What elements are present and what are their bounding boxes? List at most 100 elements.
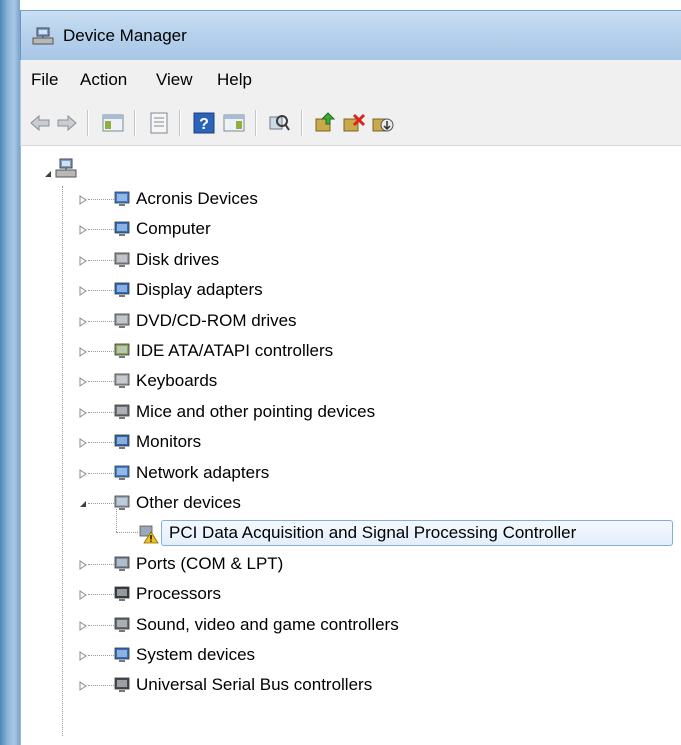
tree-item[interactable]: Mice and other pointing devices <box>21 399 661 427</box>
show-hide-tree-icon[interactable] <box>101 111 125 135</box>
window-frame-left <box>0 0 20 745</box>
toolbar: ? <box>20 100 681 146</box>
expand-icon[interactable] <box>78 255 88 266</box>
toolbar-separator <box>255 110 257 136</box>
tree-connector <box>88 229 114 231</box>
tree-item-label: DVD/CD-ROM drives <box>136 310 297 330</box>
tree-connector <box>88 381 114 383</box>
tree-connector <box>88 320 114 322</box>
dvd-drive-icon <box>114 313 130 328</box>
tree-item-label: Network adapters <box>136 462 270 482</box>
tree-item[interactable]: Acronis Devices <box>21 186 661 214</box>
tree-connector <box>88 290 114 292</box>
tree-item-label: System devices <box>136 645 256 664</box>
tree-item[interactable]: Display adapters <box>21 277 661 305</box>
expand-icon[interactable] <box>78 438 88 449</box>
expand-icon[interactable] <box>78 651 88 661</box>
tree-item[interactable]: Processors <box>21 581 661 609</box>
tree-item[interactable]: Sound, video and game controllers <box>21 612 661 640</box>
expand-icon[interactable] <box>78 225 88 236</box>
menu-action[interactable]: Action <box>80 70 127 90</box>
tree-item-label: Keyboards <box>136 371 218 391</box>
network-adapter-icon <box>114 465 130 480</box>
properties-icon[interactable] <box>147 111 171 135</box>
computer-icon <box>114 221 130 237</box>
device-manager-app-icon <box>32 27 54 45</box>
tree-item[interactable]: Universal Serial Bus controllers <box>21 672 661 700</box>
tree-item[interactable]: Other devices <box>21 490 661 518</box>
tree-item[interactable]: DVD/CD-ROM drives <box>21 308 661 336</box>
menu-bar: File Action View Help <box>20 60 681 100</box>
expand-icon[interactable] <box>78 195 88 205</box>
port-icon <box>114 556 130 571</box>
toolbar-separator <box>301 110 303 136</box>
back-icon[interactable] <box>28 111 52 135</box>
usb-icon <box>114 677 130 693</box>
unknown-device-icon <box>114 495 130 510</box>
disk-drive-icon <box>114 252 130 267</box>
tree-item-label: Other devices <box>136 493 241 512</box>
tree-connector <box>88 624 114 626</box>
tree-item-label: Ports (COM & LPT) <box>136 553 284 573</box>
tree-item[interactable]: Ports (COM & LPT) <box>21 551 661 579</box>
tree-item-label: Processors <box>136 584 222 604</box>
tree-item-label: Monitors <box>136 432 202 452</box>
title-bar[interactable]: Device Manager <box>20 10 681 60</box>
keyboard-icon <box>114 373 130 389</box>
expand-icon[interactable] <box>78 620 88 631</box>
tree-item-label: Mice and other pointing devices <box>136 401 376 421</box>
tree-item[interactable]: System devices <box>21 642 661 670</box>
collapse-icon[interactable] <box>78 499 88 509</box>
tree-item-label: Computer <box>136 219 211 239</box>
tree-connector <box>88 259 114 261</box>
tree-connector <box>88 199 114 200</box>
tree-connector <box>88 563 114 565</box>
toolbar-separator <box>179 110 181 136</box>
tree-item[interactable]: Network adapters <box>21 460 661 488</box>
tree-item[interactable]: IDE ATA/ATAPI controllers <box>21 338 661 366</box>
tree-item[interactable]: Disk drives <box>21 247 661 275</box>
expand-icon[interactable] <box>78 468 88 479</box>
collapse-root-icon[interactable] <box>43 169 53 179</box>
toolbar-separator <box>87 110 89 136</box>
expand-icon[interactable] <box>78 407 88 418</box>
expand-icon[interactable] <box>78 377 88 388</box>
processor-icon <box>114 586 130 602</box>
tree-item[interactable]: Monitors <box>21 429 661 457</box>
tree-item[interactable]: Keyboards <box>21 368 661 396</box>
menu-file[interactable]: File <box>31 70 58 90</box>
tree-connector <box>88 594 114 596</box>
menu-view[interactable]: View <box>156 70 193 90</box>
expand-icon[interactable] <box>78 347 88 357</box>
tree-item-label: Display adapters <box>136 280 263 300</box>
tree-connector <box>88 411 114 413</box>
computer-root-icon <box>55 158 77 178</box>
expand-icon[interactable] <box>78 316 88 327</box>
expand-icon[interactable] <box>78 681 88 692</box>
tree-connector <box>88 685 114 687</box>
device-tree: Acronis Devices Computer Disk drives Displa… <box>20 146 681 745</box>
monitor-icon <box>114 434 130 450</box>
action-pane-icon[interactable] <box>222 111 246 135</box>
disable-icon[interactable] <box>371 111 395 135</box>
update-driver-icon[interactable] <box>313 111 337 135</box>
tree-item-label: Disk drives <box>136 249 220 269</box>
network-device-icon <box>114 191 130 206</box>
tree-item-label: Acronis Devices <box>136 189 258 208</box>
tree-item-label: Universal Serial Bus controllers <box>136 675 373 695</box>
uninstall-icon[interactable] <box>342 111 366 135</box>
tree-connector <box>88 503 114 504</box>
menu-help[interactable]: Help <box>217 70 252 90</box>
tree-connector <box>88 351 114 352</box>
tree-root[interactable] <box>21 158 121 186</box>
scan-hardware-icon[interactable] <box>267 111 291 135</box>
expand-icon[interactable] <box>78 559 88 570</box>
expand-icon[interactable] <box>78 286 88 297</box>
help-icon[interactable]: ? <box>192 111 216 135</box>
forward-icon[interactable] <box>55 111 79 135</box>
tree-item[interactable]: Computer <box>21 216 661 244</box>
tree-item-label: Sound, video and game controllers <box>136 614 399 634</box>
system-device-icon <box>114 647 130 662</box>
expand-icon[interactable] <box>78 590 88 601</box>
ide-controller-icon <box>114 343 130 358</box>
